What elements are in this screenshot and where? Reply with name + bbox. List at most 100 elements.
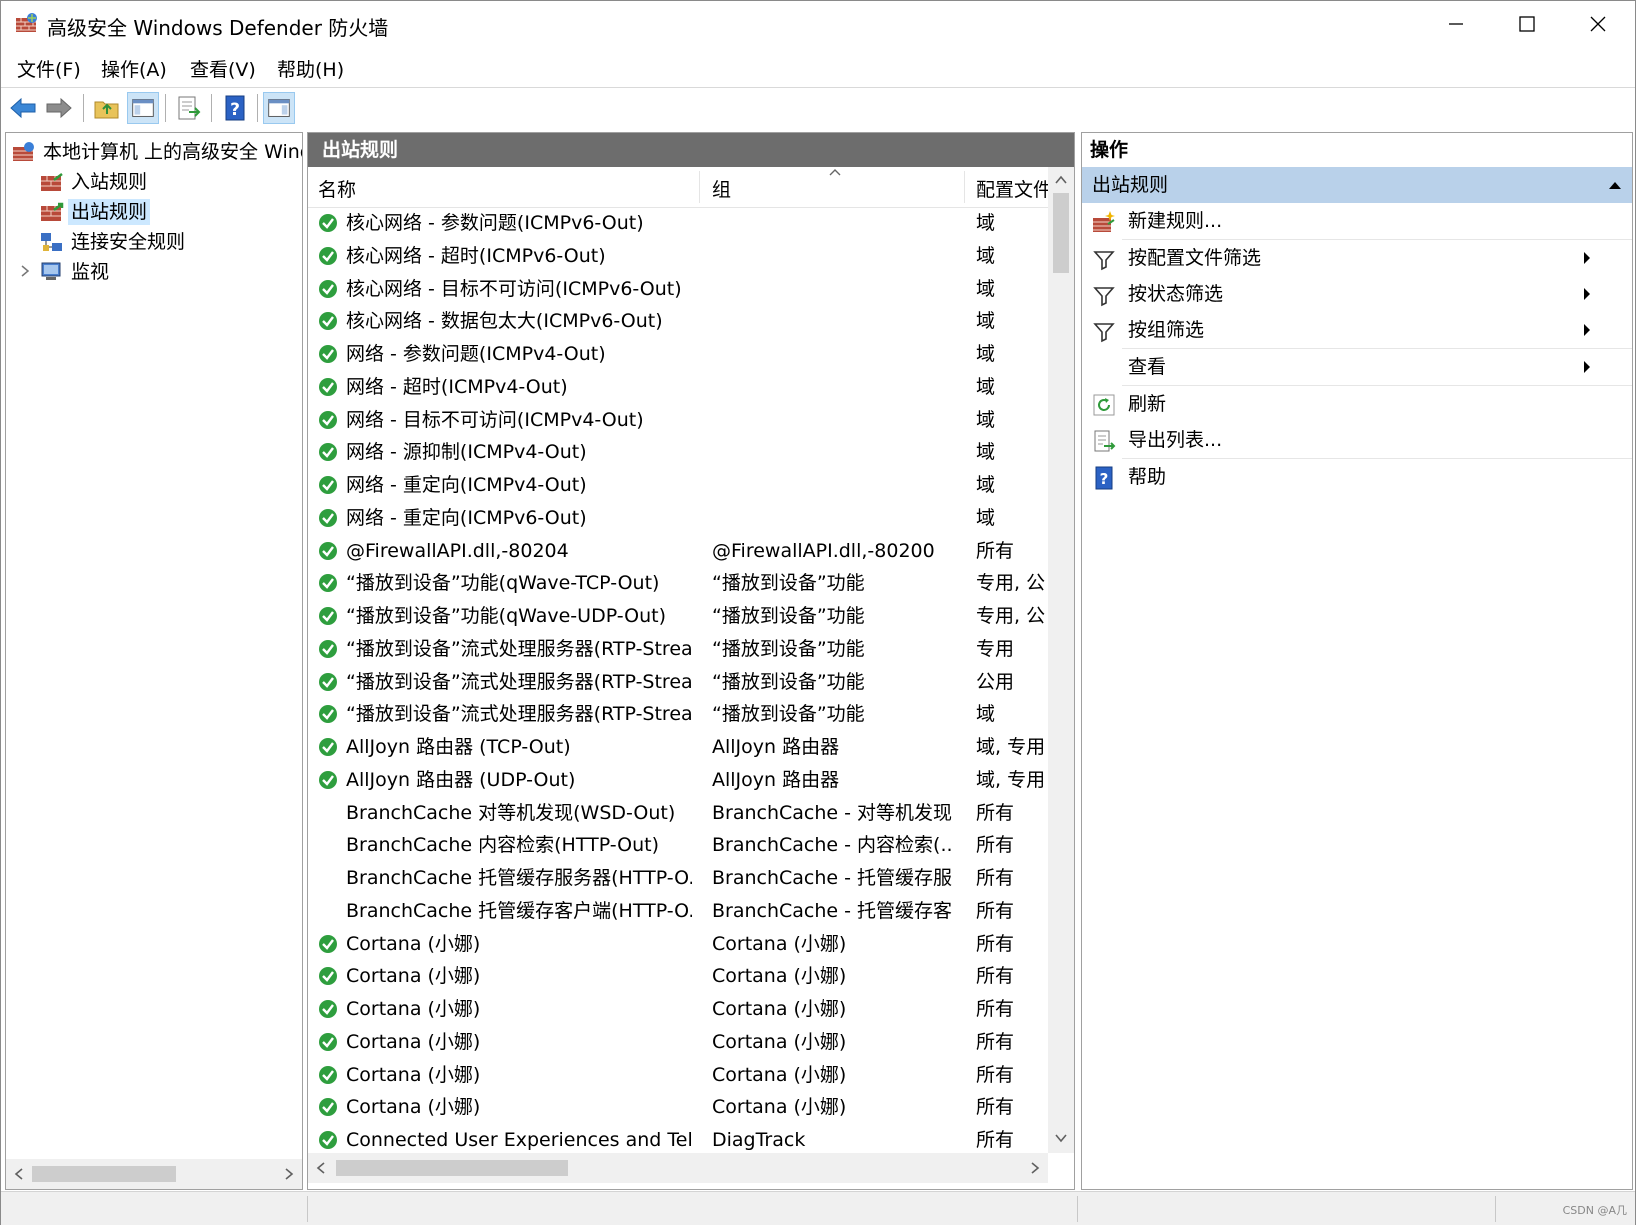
column-header-group[interactable]: 组: [712, 175, 731, 202]
forward-arrow-icon[interactable]: [43, 92, 75, 124]
rule-row[interactable]: BranchCache 托管缓存客户端(HTTP-O... BranchCache…: [308, 895, 1048, 927]
status-divider: [307, 1196, 308, 1222]
scroll-left-icon[interactable]: [6, 1159, 32, 1189]
show-hide-action-pane-icon[interactable]: [263, 92, 295, 124]
rule-profile: 所有: [976, 539, 1015, 562]
rule-profile: 所有: [976, 932, 1015, 955]
monitor-icon: [41, 262, 61, 280]
column-header-profile[interactable]: 配置文件: [976, 175, 1048, 202]
action-item[interactable]: 按状态筛选: [1082, 276, 1632, 312]
action-item[interactable]: 导出列表...: [1082, 422, 1632, 458]
scroll-right-icon[interactable]: [1022, 1153, 1048, 1183]
rules-list: 核心网络 - 参数问题(ICMPv6-Out) 域核心网络 - 超时(ICMPv6…: [308, 207, 1048, 1153]
rule-name: BranchCache 内容检索(HTTP-Out): [346, 834, 660, 857]
tree-item-monitoring[interactable]: 监视: [6, 257, 302, 287]
column-divider[interactable]: [699, 171, 700, 203]
rule-row[interactable]: Cortana (小娜) Cortana (小娜) 所有: [308, 993, 1048, 1025]
help-icon: ?: [1095, 466, 1113, 490]
rule-row[interactable]: 核心网络 - 参数问题(ICMPv6-Out) 域: [308, 207, 1048, 239]
rule-name: AllJoyn 路由器 (TCP-Out): [346, 736, 571, 758]
rule-row[interactable]: 网络 - 超时(ICMPv4-Out) 域: [308, 371, 1048, 403]
action-item[interactable]: 查看: [1082, 349, 1632, 385]
rule-row[interactable]: 网络 - 重定向(ICMPv6-Out) 域: [308, 502, 1048, 534]
rules-vertical-scrollbar[interactable]: [1048, 167, 1074, 1153]
scroll-left-icon[interactable]: [308, 1153, 334, 1183]
up-folder-icon[interactable]: [91, 92, 123, 124]
column-headers: 名称 组 配置文件: [308, 167, 1048, 208]
rule-row[interactable]: Cortana (小娜) Cortana (小娜) 所有: [308, 928, 1048, 960]
help-icon[interactable]: ?: [219, 92, 251, 124]
tree-item-outbound-rules[interactable]: 出站规则: [6, 197, 302, 227]
rule-row[interactable]: BranchCache 托管缓存服务器(HTTP-O... BranchCache…: [308, 862, 1048, 894]
rule-name: 核心网络 - 目标不可访问(ICMPv6-Out): [346, 277, 682, 300]
rule-row[interactable]: AllJoyn 路由器 (TCP-Out) AllJoyn 路由器 域, 专用: [308, 731, 1048, 763]
action-item[interactable]: 刷新: [1082, 386, 1632, 422]
enabled-check-icon: [319, 934, 337, 953]
rule-row[interactable]: “播放到设备”流式处理服务器(RTP-Strea... “播放到设备”功能 公用: [308, 666, 1048, 698]
tree-root[interactable]: 本地计算机 上的高级安全 Wind: [6, 137, 302, 167]
rule-row[interactable]: AllJoyn 路由器 (UDP-Out) AllJoyn 路由器 域, 专用: [308, 764, 1048, 796]
rule-row[interactable]: Connected User Experiences and Tel... Dia…: [308, 1124, 1048, 1153]
action-item[interactable]: ? 帮助: [1082, 459, 1632, 495]
action-item[interactable]: 新建规则...: [1082, 203, 1632, 239]
rule-row[interactable]: “播放到设备”流式处理服务器(RTP-Strea... “播放到设备”功能 专用: [308, 633, 1048, 665]
rule-row[interactable]: 核心网络 - 数据包太大(ICMPv6-Out) 域: [308, 305, 1048, 337]
rule-row[interactable]: 网络 - 重定向(ICMPv4-Out) 域: [308, 469, 1048, 501]
column-header-name[interactable]: 名称: [318, 175, 356, 202]
show-hide-tree-icon[interactable]: [127, 92, 159, 124]
column-divider[interactable]: [964, 171, 965, 203]
rule-row[interactable]: Cortana (小娜) Cortana (小娜) 所有: [308, 1059, 1048, 1091]
rule-name: 核心网络 - 参数问题(ICMPv6-Out): [346, 212, 644, 234]
scroll-up-icon[interactable]: [1048, 167, 1074, 193]
rule-row[interactable]: Cortana (小娜) Cortana (小娜) 所有: [308, 1026, 1048, 1058]
rule-row[interactable]: 核心网络 - 目标不可访问(ICMPv6-Out) 域: [308, 273, 1048, 305]
rule-profile: 所有: [976, 1096, 1015, 1119]
rules-horizontal-scrollbar[interactable]: [308, 1153, 1048, 1183]
rule-row[interactable]: “播放到设备”功能(qWave-UDP-Out) “播放到设备”功能 专用, 公: [308, 600, 1048, 632]
enabled-check-icon: [319, 476, 337, 494]
scroll-thumb[interactable]: [32, 1166, 176, 1182]
rule-profile: 域: [976, 506, 996, 529]
rule-row[interactable]: BranchCache 对等机发现(WSD-Out) BranchCache - …: [308, 797, 1048, 829]
scroll-right-icon[interactable]: [276, 1159, 302, 1189]
action-item[interactable]: 按组筛选: [1082, 312, 1632, 348]
scroll-thumb[interactable]: [1053, 193, 1069, 273]
rule-row[interactable]: “播放到设备”功能(qWave-TCP-Out) “播放到设备”功能 专用, 公: [308, 567, 1048, 599]
scroll-down-icon[interactable]: [1048, 1125, 1074, 1151]
rule-row[interactable]: 核心网络 - 超时(ICMPv6-Out) 域: [308, 240, 1048, 272]
menu-help[interactable]: 帮助(H): [277, 55, 344, 82]
tree-item-inbound-rules[interactable]: 入站规则: [6, 167, 302, 197]
actions-section-header[interactable]: 出站规则: [1082, 167, 1632, 203]
tree-horizontal-scrollbar[interactable]: [6, 1159, 302, 1189]
rule-row[interactable]: 网络 - 源抑制(ICMPv4-Out) 域: [308, 436, 1048, 468]
filter-icon: [1093, 287, 1115, 307]
rule-row[interactable]: “播放到设备”流式处理服务器(RTP-Strea... “播放到设备”功能 域: [308, 698, 1048, 730]
action-label: 刷新: [1128, 393, 1167, 415]
rule-profile: 域: [976, 343, 996, 365]
close-button[interactable]: [1565, 1, 1631, 47]
export-icon: [1094, 430, 1116, 452]
rule-row[interactable]: 网络 - 参数问题(ICMPv4-Out) 域: [308, 338, 1048, 370]
menu-action[interactable]: 操作(A): [101, 55, 167, 82]
collapse-up-icon[interactable]: [1608, 180, 1622, 190]
rule-name: Cortana (小娜): [346, 1030, 481, 1053]
rule-row[interactable]: Cortana (小娜) Cortana (小娜) 所有: [308, 960, 1048, 992]
export-list-icon[interactable]: [173, 92, 205, 124]
title-bar[interactable]: 高级安全 Windows Defender 防火墙: [1, 1, 1635, 47]
tree-item-connection-security-rules[interactable]: 连接安全规则: [6, 227, 302, 257]
back-arrow-icon[interactable]: [7, 92, 39, 124]
rule-row[interactable]: BranchCache 内容检索(HTTP-Out) BranchCache - …: [308, 829, 1048, 861]
rule-row[interactable]: 网络 - 目标不可访问(ICMPv4-Out) 域: [308, 404, 1048, 436]
scroll-thumb[interactable]: [336, 1160, 568, 1176]
rule-row[interactable]: @FirewallAPI.dll,-80204 @FirewallAPI.dll,…: [308, 535, 1048, 567]
menu-file[interactable]: 文件(F): [17, 55, 81, 82]
action-item[interactable]: 按配置文件筛选: [1082, 240, 1632, 276]
maximize-button[interactable]: [1494, 1, 1560, 47]
chevron-right-icon[interactable]: [18, 263, 32, 279]
actions-title: 操作: [1082, 133, 1632, 167]
rule-row[interactable]: Cortana (小娜) Cortana (小娜) 所有: [308, 1091, 1048, 1123]
rule-name: BranchCache 对等机发现(WSD-Out): [346, 801, 676, 824]
minimize-button[interactable]: [1423, 1, 1489, 47]
menu-view[interactable]: 查看(V): [190, 55, 256, 82]
connection-security-icon: [41, 233, 62, 251]
